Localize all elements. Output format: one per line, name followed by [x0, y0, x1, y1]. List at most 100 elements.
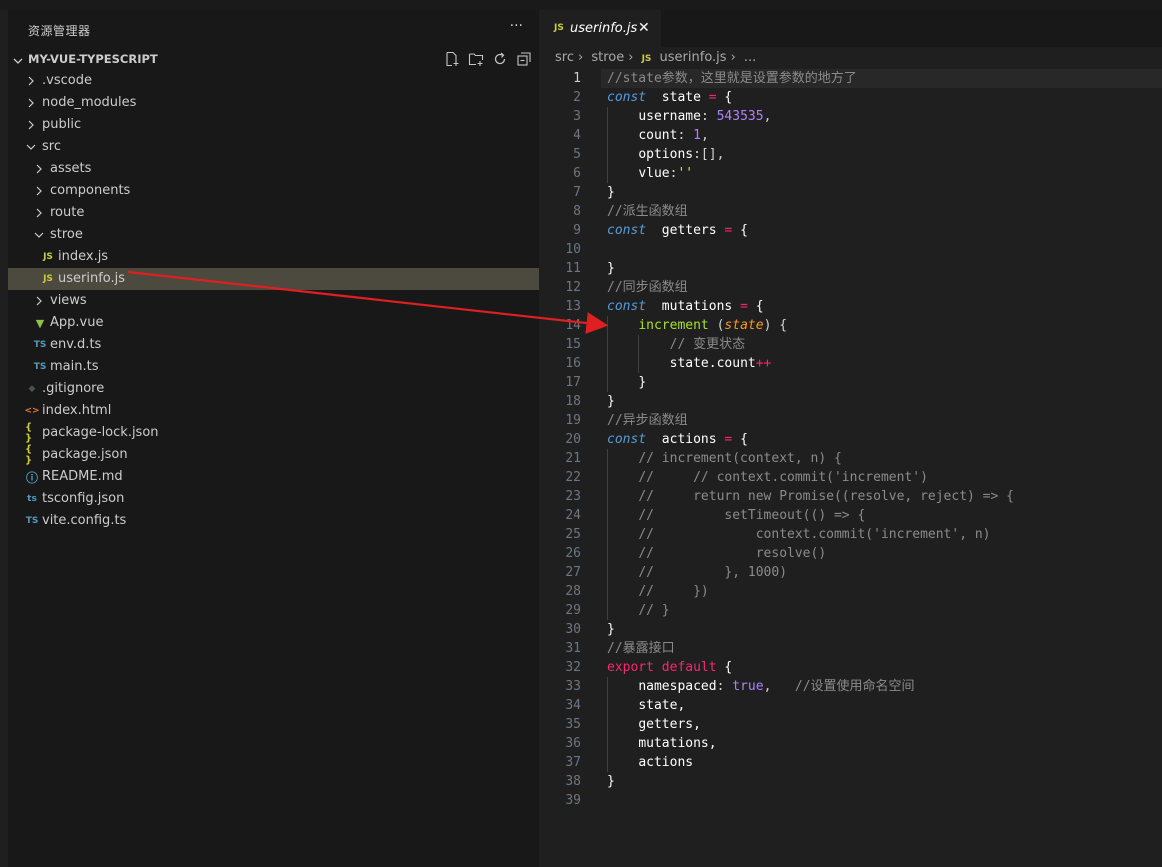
line-number: 14 — [565, 318, 581, 333]
tree-item-label: .vscode — [42, 73, 92, 88]
code-line: state, — [607, 696, 685, 715]
line-number: 11 — [565, 261, 581, 276]
line-number: 22 — [565, 470, 581, 485]
tree-file[interactable]: JS userinfo.js — [8, 268, 539, 290]
tree-file[interactable]: TS vite.config.ts — [8, 510, 539, 532]
tree-item-label: public — [42, 117, 82, 132]
tree-file[interactable]: JS index.js — [8, 246, 539, 268]
tree-folder[interactable]: src — [8, 136, 539, 158]
tree-folder[interactable]: node_modules — [8, 92, 539, 114]
tree-item-label: userinfo.js — [58, 271, 126, 286]
code-token: // context.commit('increment', n) — [638, 527, 991, 542]
code-token: = — [732, 299, 748, 314]
line-number: 15 — [565, 337, 581, 352]
tree-file[interactable]: <> index.html — [8, 400, 539, 422]
tree-file[interactable]: TS env.d.ts — [8, 334, 539, 356]
code-token: //设置使用命名空间 — [794, 679, 915, 694]
html-file-icon: <> — [24, 406, 40, 416]
tree-file[interactable]: TS main.ts — [8, 356, 539, 378]
code-token: // setTimeout(() => { — [638, 508, 866, 523]
breadcrumb: src › stroe › JS userinfo.js › ... — [555, 50, 760, 65]
refresh-icon[interactable] — [491, 50, 509, 68]
close-icon[interactable]: ✕ — [638, 20, 650, 36]
code-line: } — [607, 392, 615, 411]
code-token: , — [763, 109, 772, 124]
code-token: , — [763, 679, 795, 694]
info-file-icon: ⓘ — [25, 470, 38, 485]
code-token: = — [716, 223, 733, 238]
tree-item-label: .gitignore — [42, 381, 105, 396]
code-line: // // context.commit('increment') — [607, 468, 928, 487]
line-number: 38 — [565, 774, 581, 789]
code-token: // increment(context, n) { — [638, 451, 842, 466]
tree-file[interactable]: ▼ App.vue — [8, 312, 539, 334]
tree-folder[interactable]: components — [8, 180, 539, 202]
tree-folder[interactable]: stroe — [8, 224, 539, 246]
code-line: // context.commit('increment', n) — [607, 525, 991, 544]
breadcrumb-item[interactable]: ... — [744, 50, 756, 65]
breadcrumb-item[interactable]: stroe — [591, 50, 624, 65]
line-number: 23 — [565, 489, 581, 504]
indent-guide — [607, 316, 608, 392]
chevron-right-icon: › — [577, 50, 584, 65]
tree-file[interactable]: { } package-lock.json — [8, 422, 539, 444]
code-token: 1 — [693, 128, 701, 143]
line-number: 2 — [573, 90, 581, 105]
code-token: state — [661, 90, 701, 105]
tree-folder[interactable]: route — [8, 202, 539, 224]
code-line: // resolve() — [607, 544, 826, 563]
tree-file[interactable]: ⓘ README.md — [8, 466, 539, 488]
line-number: 33 — [565, 679, 581, 694]
json-file-icon: { } — [25, 422, 33, 444]
code-token: 543535 — [716, 109, 764, 124]
tree-file[interactable]: ◆ .gitignore — [8, 378, 539, 400]
code-line: //state参数，这里就是设置参数的地方了 — [607, 69, 857, 88]
tree-file[interactable]: ts tsconfig.json — [8, 488, 539, 510]
line-number: 19 — [565, 413, 581, 428]
code-line: state.count++ — [607, 354, 772, 373]
collapse-all-icon[interactable] — [515, 50, 533, 68]
code-token: actions — [638, 755, 694, 770]
code-token: const — [607, 432, 647, 447]
tree-folder[interactable]: views — [8, 290, 539, 312]
js-file-icon: JS — [43, 252, 53, 262]
code-token: : — [677, 128, 694, 143]
line-number: 18 — [565, 394, 581, 409]
tree-folder[interactable]: public — [8, 114, 539, 136]
more-actions-icon[interactable]: ··· — [510, 18, 523, 34]
tree-item-label: env.d.ts — [50, 337, 102, 352]
tab-userinfo-js[interactable]: JS userinfo.js ✕ — [539, 10, 661, 47]
chevron-right-icon — [24, 74, 38, 88]
project-header[interactable]: MY-VUE-TYPESCRIPT — [8, 48, 539, 70]
tree-file[interactable]: { } package.json — [8, 444, 539, 466]
breadcrumb-item[interactable]: userinfo.js — [660, 50, 727, 65]
code-line: increment (state) { — [607, 316, 787, 335]
code-line: } — [607, 373, 646, 392]
code-line: export default { — [607, 658, 732, 677]
line-number: 29 — [565, 603, 581, 618]
line-number: 36 — [565, 736, 581, 751]
tree-folder[interactable]: assets — [8, 158, 539, 180]
window-top-strip — [0, 0, 1162, 10]
tree-folder[interactable]: .vscode — [8, 70, 539, 92]
breadcrumb-item[interactable]: src — [555, 50, 574, 65]
line-number: 13 — [565, 299, 581, 314]
tree-item-label: node_modules — [42, 95, 137, 110]
code-line: //同步函数组 — [607, 278, 688, 297]
new-file-icon[interactable] — [443, 50, 461, 68]
code-token: getters, — [638, 717, 701, 732]
code-line: vlue:'' — [607, 164, 693, 183]
tree-item-label: index.html — [42, 403, 112, 418]
new-folder-icon[interactable] — [467, 50, 485, 68]
code-token: const — [607, 90, 647, 105]
code-token: state, — [638, 698, 686, 713]
